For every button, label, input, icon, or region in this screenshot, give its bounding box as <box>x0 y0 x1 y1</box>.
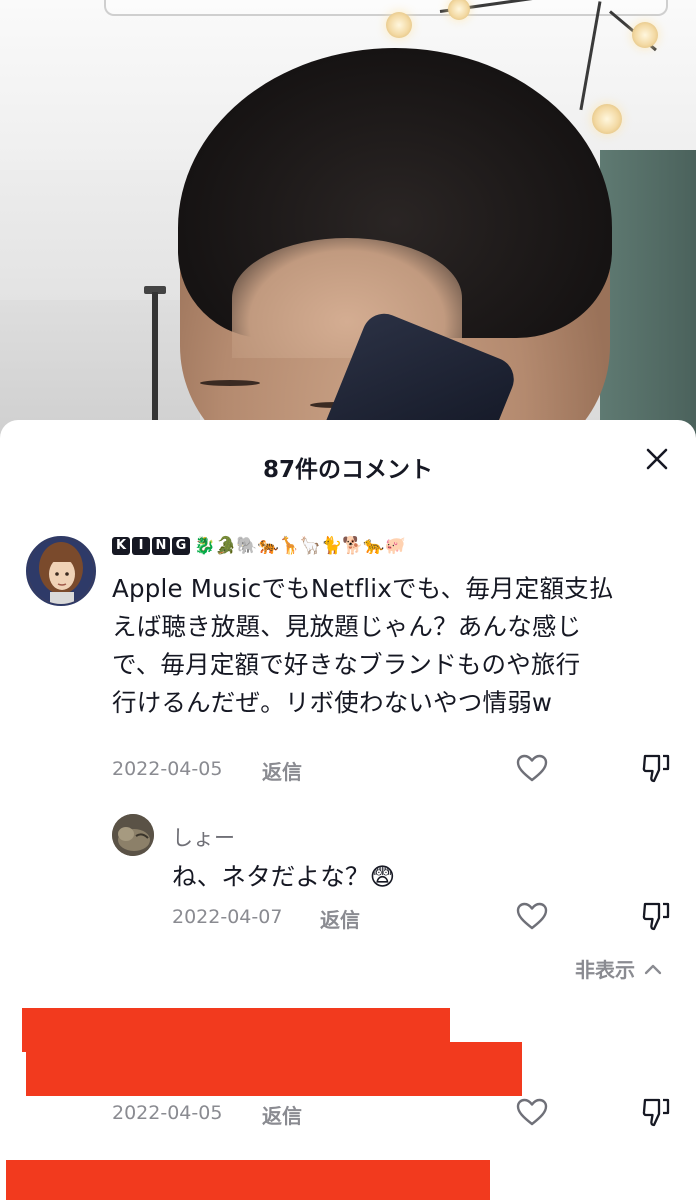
redacted-comment-text <box>26 1042 522 1096</box>
reply-button[interactable]: 返信 <box>320 904 360 933</box>
comment-text-line: で、毎月定額で好きなブランドものや旅行 <box>112 650 581 679</box>
comment-text-line: Apple MusicでもNetflixでも、毎月定額支払 <box>112 574 614 603</box>
dislike-button[interactable] <box>636 896 676 936</box>
comment-text-line: えば聴き放題、見放題じゃん？あんな感じ <box>112 612 582 641</box>
search-bar-outline <box>104 0 668 16</box>
like-button[interactable] <box>512 896 552 936</box>
hide-replies-button[interactable]: 非表示 <box>575 954 663 983</box>
reply-button[interactable]: 返信 <box>262 756 302 785</box>
comment-text-line: 行けるんだぜ。リボ使わないやつ情弱w <box>112 688 553 717</box>
avatar-illustration <box>28 538 94 604</box>
username-letter-box: K <box>112 537 130 555</box>
wall-left <box>0 300 200 440</box>
heart-icon <box>516 1098 548 1126</box>
reply-button[interactable]: 返信 <box>262 1100 302 1129</box>
reply-username[interactable]: しょー <box>172 822 235 852</box>
username-emoji-suffix: 🐉🐊🐘🐅🦒🦙🐈🐕🐆🐖 <box>194 536 406 556</box>
username-letter-box: N <box>152 537 170 555</box>
hide-replies-label: 非表示 <box>575 958 635 982</box>
chandelier-bulb <box>632 22 658 48</box>
reply-text: ね、ネタだよな？😨 <box>172 862 396 891</box>
comment-date: 2022-04-05 <box>112 1102 223 1124</box>
reply-avatar[interactable] <box>112 814 154 856</box>
dislike-button[interactable] <box>636 1092 676 1132</box>
avatar[interactable] <box>26 536 96 606</box>
comments-title: 87件のコメント <box>262 457 433 483</box>
like-button[interactable] <box>512 748 552 788</box>
chevron-up-icon <box>644 964 662 974</box>
chandelier-bulb <box>386 12 412 38</box>
comment-text: Apple MusicでもNetflixでも、毎月定額支払 えば聴き放題、見放題… <box>112 570 682 722</box>
dislike-icon <box>642 754 670 783</box>
close-icon <box>646 448 668 470</box>
comment-date: 2022-04-05 <box>112 758 223 780</box>
person-eye <box>200 380 260 386</box>
heart-icon <box>516 754 548 782</box>
cat-avatar-illustration <box>112 814 154 856</box>
pendant-lamp-pole <box>152 292 158 440</box>
comments-sheet: 87件のコメント K I N G 🐉🐊🐘🐅🦒🦙🐈🐕🐆🐖 Apple Musicで… <box>0 420 696 1200</box>
redacted-next-comment <box>6 1160 490 1200</box>
like-button[interactable] <box>512 1092 552 1132</box>
dislike-icon <box>642 902 670 931</box>
close-button[interactable] <box>640 442 674 476</box>
dislike-icon <box>642 1098 670 1127</box>
chandelier-bulb <box>592 104 622 134</box>
username-letter-box: G <box>172 537 190 555</box>
comment-username[interactable]: K I N G 🐉🐊🐘🐅🦒🦙🐈🐕🐆🐖 <box>112 536 406 556</box>
video-background <box>0 0 696 440</box>
heart-icon <box>516 902 548 930</box>
reply-date: 2022-04-07 <box>172 906 283 928</box>
dislike-button[interactable] <box>636 748 676 788</box>
username-letter-box: I <box>132 537 150 555</box>
wall-right <box>600 150 696 440</box>
